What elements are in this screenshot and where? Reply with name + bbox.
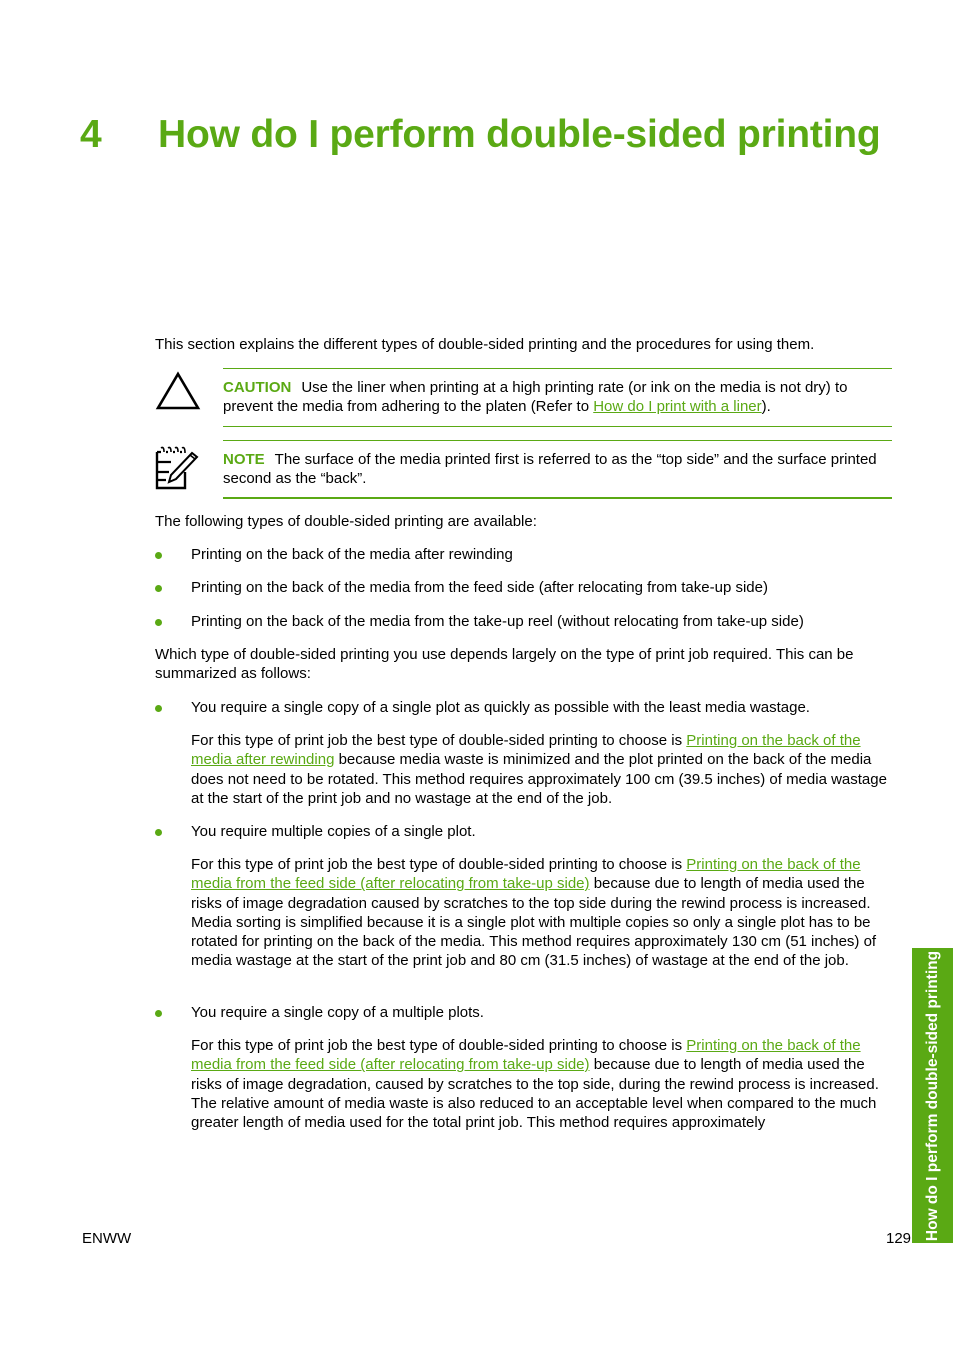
case-detail: For this type of print job the best type… — [191, 855, 893, 971]
note-text: NOTE The surface of the media printed fir… — [223, 450, 895, 489]
case-detail-text: For this type of print job the best type… — [191, 856, 687, 873]
caution-text: CAUTION Use the liner when printing at a … — [223, 378, 895, 417]
caution-label: CAUTION — [223, 379, 292, 396]
case-bullet: You require a single copy of a multiple … — [191, 1004, 484, 1021]
bullet-dot — [155, 1010, 162, 1017]
case-detail: For this type of print job the best type… — [191, 1036, 893, 1132]
type-item: Printing on the back of the media from t… — [191, 613, 804, 630]
side-tab-label: How do I perform double-sided printing — [923, 950, 941, 1241]
bullet-dot — [155, 705, 162, 712]
note-bottom-rule — [223, 497, 892, 499]
link-print-with-liner[interactable]: How do I print with a liner — [593, 398, 761, 415]
bullet-dot — [155, 829, 162, 836]
footer-label: ENWW — [82, 1230, 132, 1247]
summary-intro: Which type of double-sided printing you … — [155, 646, 854, 683]
case-detail-text: For this type of print job the best type… — [191, 732, 687, 749]
case-detail-text: For this type of print job the best type… — [191, 1037, 687, 1054]
note-body: The surface of the media printed first i… — [223, 451, 877, 488]
type-item: Printing on the back of the media from t… — [191, 579, 768, 596]
note-pencil-icon — [155, 446, 199, 490]
bullet-dot — [155, 585, 162, 592]
note-top-rule — [223, 440, 892, 441]
chapter-number: 4 — [80, 113, 102, 156]
bullet-dot — [155, 552, 162, 559]
caution-body-end: ). — [761, 398, 771, 416]
case-detail: For this type of print job the best type… — [191, 731, 893, 808]
case-bullet: You require a single copy of a single pl… — [191, 699, 810, 716]
page-number: 129 — [886, 1230, 912, 1247]
caution-top-rule — [223, 368, 892, 369]
chapter-title: 4 How do I perform double-sided printing — [80, 113, 881, 157]
chapter-side-tab: How do I perform double-sided printing — [912, 948, 953, 1243]
bullet-dot — [155, 619, 162, 626]
chapter-title-text: How do I perform double-sided printing — [158, 113, 881, 156]
note-label: NOTE — [223, 451, 265, 468]
intro-paragraph: This section explains the different type… — [155, 336, 815, 353]
types-intro: The following types of double-sided prin… — [155, 513, 537, 530]
case-bullet: You require multiple copies of a single … — [191, 823, 476, 840]
type-item: Printing on the back of the media after … — [191, 546, 513, 563]
caution-triangle-icon — [155, 371, 201, 410]
caution-bottom-rule — [223, 426, 892, 427]
